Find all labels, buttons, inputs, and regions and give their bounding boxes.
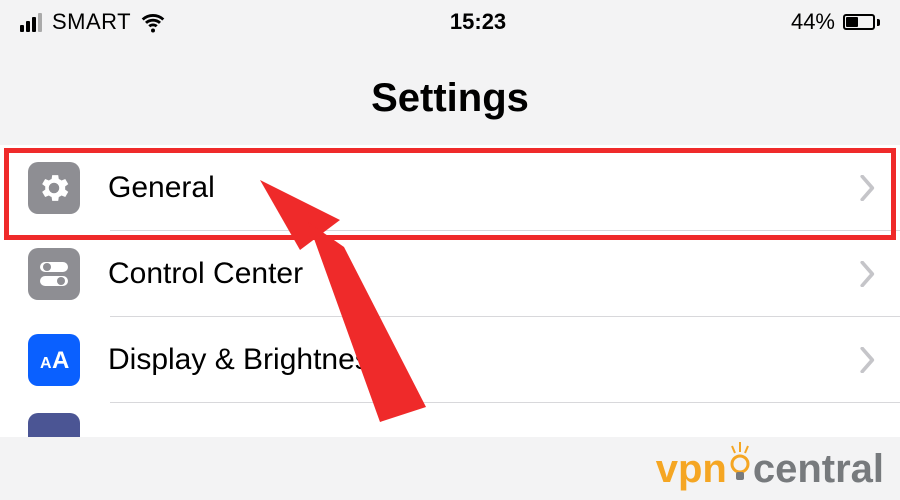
row-partial[interactable] (0, 403, 900, 437)
page-title: Settings (0, 76, 900, 121)
row-display-brightness[interactable]: AA Display & Brightness (0, 317, 900, 403)
status-bar: SMART 15:23 44% (0, 0, 900, 44)
svg-text:A: A (52, 347, 69, 374)
page-header: Settings (0, 44, 900, 145)
row-general[interactable]: General (0, 145, 900, 231)
text-size-icon: AA (28, 334, 80, 386)
clock: 15:23 (450, 9, 506, 35)
toggles-icon (28, 248, 80, 300)
light-bulb-icon (729, 442, 751, 496)
chevron-right-icon (860, 175, 876, 201)
gear-icon (28, 162, 80, 214)
status-right: 44% (791, 9, 880, 35)
row-label-general: General (108, 171, 860, 205)
grid-icon (28, 413, 80, 437)
chevron-right-icon (860, 347, 876, 373)
wifi-icon (141, 10, 165, 34)
row-label-display: Display & Brightness (108, 343, 860, 377)
cellular-signal-icon (20, 13, 42, 32)
battery-fill (846, 17, 858, 27)
carrier-label: SMART (52, 9, 131, 35)
chevron-right-icon (860, 261, 876, 287)
row-label-control-center: Control Center (108, 257, 860, 291)
watermark-right: central (753, 447, 884, 492)
battery-percent: 44% (791, 9, 835, 35)
row-control-center[interactable]: Control Center (0, 231, 900, 317)
svg-text:A: A (40, 355, 52, 372)
battery-icon (843, 14, 880, 30)
status-left: SMART (20, 9, 165, 35)
settings-list: General Control Center AA Display & Brig… (0, 145, 900, 437)
watermark-left: vpn (656, 447, 727, 492)
watermark: vpn central (656, 442, 884, 496)
